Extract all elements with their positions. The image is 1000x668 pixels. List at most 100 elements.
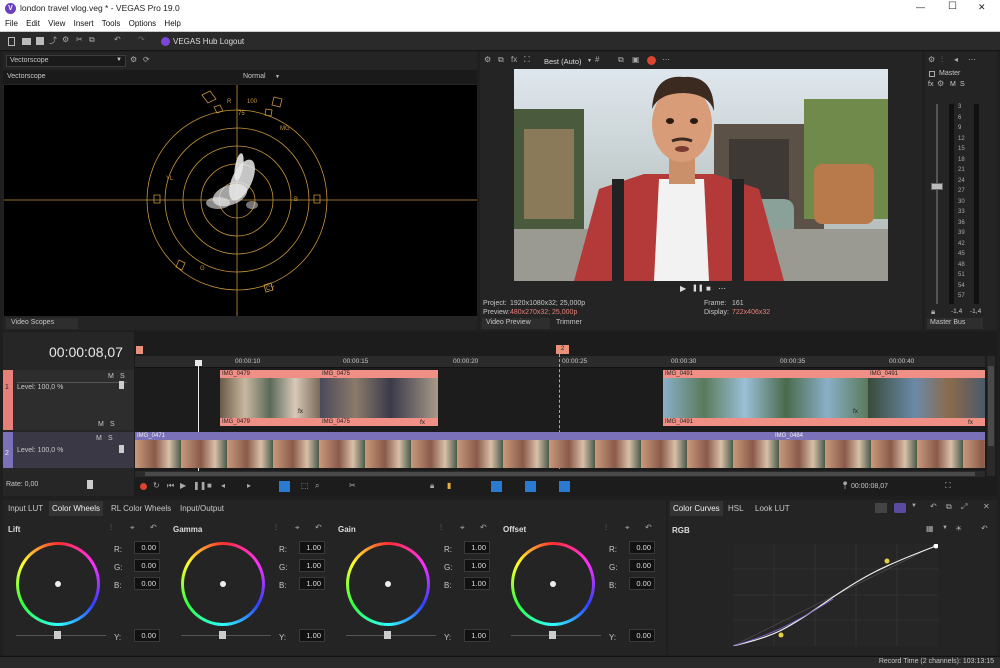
close-button[interactable]: ✕ <box>978 2 986 13</box>
channel-y-field[interactable]: 1.00 <box>464 629 490 642</box>
master-fx-button[interactable]: fx <box>928 81 933 88</box>
track-1-solo[interactable]: S <box>120 373 125 380</box>
more-icon[interactable]: ⋯ <box>662 55 670 64</box>
record-button[interactable] <box>140 483 147 490</box>
fx-icon[interactable]: fx <box>511 55 517 64</box>
scope-settings-icon[interactable]: ⚙ <box>130 55 137 64</box>
overlay-icon[interactable]: ⛶ <box>524 55 530 65</box>
lock-icon[interactable]: 🔒︎ <box>430 481 434 491</box>
color-wheel[interactable] <box>16 542 100 626</box>
open-icon[interactable] <box>22 38 31 45</box>
minimize-button[interactable]: — <box>916 2 925 12</box>
channel-b-field[interactable]: 0.00 <box>629 577 655 590</box>
track-1-solo-2[interactable]: S <box>110 421 115 428</box>
menu-insert[interactable]: Insert <box>74 19 94 28</box>
popout-icon[interactable]: ⤢ <box>961 502 967 512</box>
selection-tool-icon[interactable]: ⬚ <box>301 481 309 490</box>
play-icon[interactable]: ▶ <box>180 481 186 490</box>
tab-rl-color-wheels[interactable]: RL Color Wheels <box>111 504 171 513</box>
split-icon[interactable]: ✂ <box>349 481 356 490</box>
timeline-tracks[interactable]: 2 00:00:10 00:00:15 00:00:20 00:00:25 00… <box>135 332 985 496</box>
channel-b-field[interactable]: 0.00 <box>134 577 160 590</box>
curve-reset-icon[interactable]: ↶ <box>981 524 988 533</box>
wheel-reset-icon[interactable]: ↶ <box>645 523 652 532</box>
channel-g-field[interactable]: 0.00 <box>134 559 160 572</box>
channel-r-field[interactable]: 1.00 <box>464 541 490 554</box>
gear-icon[interactable]: ⚙ <box>62 35 69 44</box>
maximize-button[interactable]: ☐ <box>948 1 957 12</box>
track-1-mute[interactable]: M <box>108 373 114 380</box>
copy-icon[interactable]: ⧉ <box>89 35 95 45</box>
close-icon[interactable]: ✕ <box>983 502 990 511</box>
menu-help[interactable]: Help <box>164 19 180 28</box>
master-solo-button[interactable]: S <box>960 81 965 88</box>
lock-envelopes-tool[interactable] <box>559 481 570 492</box>
wheel-reset-icon[interactable]: ↶ <box>150 523 157 532</box>
chevron-down-icon[interactable]: ▼ <box>942 525 948 531</box>
channel-y-field[interactable]: 0.00 <box>629 629 655 642</box>
pause-icon[interactable]: ❚❚ <box>193 481 206 490</box>
wheel-mixer-icon[interactable]: ⫶ <box>110 523 112 533</box>
timeline-ruler[interactable]: 00:00:10 00:00:15 00:00:20 00:00:25 00:0… <box>135 356 985 368</box>
color-wheel[interactable] <box>511 542 595 626</box>
luma-slider[interactable] <box>181 635 271 636</box>
wheel-target-icon[interactable]: ⌖ <box>625 523 630 533</box>
wheel-mixer-icon[interactable]: ⫶ <box>605 523 607 533</box>
channel-y-field[interactable]: 1.00 <box>299 629 325 642</box>
video-preview-tab[interactable]: Video Preview <box>482 318 550 329</box>
playhead-handle[interactable] <box>195 360 202 366</box>
clip-fx-button[interactable]: fx <box>298 408 303 415</box>
wheel-target-icon[interactable]: ⌖ <box>295 523 300 533</box>
zoom-tool-icon[interactable]: ⌕ <box>315 481 319 491</box>
luma-slider-handle[interactable] <box>54 631 61 639</box>
menu-edit[interactable]: Edit <box>26 19 40 28</box>
loop-region-marker[interactable] <box>136 346 143 354</box>
render-icon[interactable]: ⤴ <box>49 35 57 46</box>
tab-look-lut[interactable]: Look LUT <box>755 504 790 513</box>
script-icon[interactable]: ✂ <box>76 35 83 44</box>
wheel-target-icon[interactable]: ⌖ <box>130 523 135 533</box>
save-snapshot-icon[interactable]: ▣ <box>632 55 640 64</box>
scope-selector[interactable]: Vectorscope ▼ <box>6 55 126 67</box>
play-button[interactable]: ▶ <box>680 284 686 293</box>
marker-icon[interactable]: ▮ <box>447 481 451 490</box>
pause-button[interactable]: ❚❚ <box>692 284 704 292</box>
clip-fx-button[interactable]: fx <box>853 408 858 415</box>
trimmer-tab[interactable]: Trimmer <box>552 318 592 329</box>
clip-fx-button[interactable]: fx <box>420 419 425 426</box>
master-fader-handle[interactable] <box>931 183 943 190</box>
channel-y-field[interactable]: 0.00 <box>134 629 160 642</box>
snap-tool[interactable] <box>491 481 502 492</box>
channel-g-field[interactable]: 0.00 <box>629 559 655 572</box>
channel-g-field[interactable]: 1.00 <box>299 559 325 572</box>
track-1-level-slider[interactable] <box>17 382 127 383</box>
master-more-icon[interactable]: ⋯ <box>968 55 976 64</box>
scope-update-icon[interactable]: ⟳ <box>143 55 150 64</box>
track-1-header[interactable]: 1 Level: 100,0 % M S M S <box>3 370 134 430</box>
wheel-mixer-icon[interactable]: ⫶ <box>275 523 277 533</box>
clip-img-0491[interactable]: IMG_0491 IMG_0491 fx <box>663 370 868 426</box>
normal-edit-tool[interactable] <box>279 481 290 492</box>
wheel-puck[interactable] <box>550 581 556 587</box>
track-1-level-handle[interactable] <box>119 381 124 389</box>
luma-slider[interactable] <box>511 635 601 636</box>
channel-b-field[interactable]: 1.00 <box>299 577 325 590</box>
track-2-solo[interactable]: S <box>108 435 113 442</box>
tab-color-wheels[interactable]: Color Wheels <box>49 501 104 516</box>
chevron-down-icon[interactable]: ▼ <box>911 503 917 509</box>
vegas-hub-logout[interactable]: VEGAS Hub Logout <box>173 37 244 46</box>
wheel-puck[interactable] <box>220 581 226 587</box>
clip-img-0475[interactable]: IMG_0475 IMG_0475 fx <box>320 370 438 426</box>
track-2-level-handle[interactable] <box>119 445 124 453</box>
wheel-puck[interactable] <box>55 581 61 587</box>
color-wheel[interactable] <box>346 542 430 626</box>
tab-input-lut[interactable]: Input LUT <box>8 504 43 513</box>
loop-icon[interactable]: ↻ <box>153 481 160 490</box>
bypass-icon[interactable] <box>875 503 887 513</box>
undo-icon[interactable]: ↶ <box>114 35 121 44</box>
copy-icon[interactable]: ⧉ <box>946 502 952 512</box>
master-bus-tab[interactable]: Master Bus <box>927 318 983 329</box>
master-fader-track[interactable] <box>936 104 938 304</box>
luma-slider-handle[interactable] <box>219 631 226 639</box>
timeline-hscrollbar[interactable] <box>135 471 985 477</box>
